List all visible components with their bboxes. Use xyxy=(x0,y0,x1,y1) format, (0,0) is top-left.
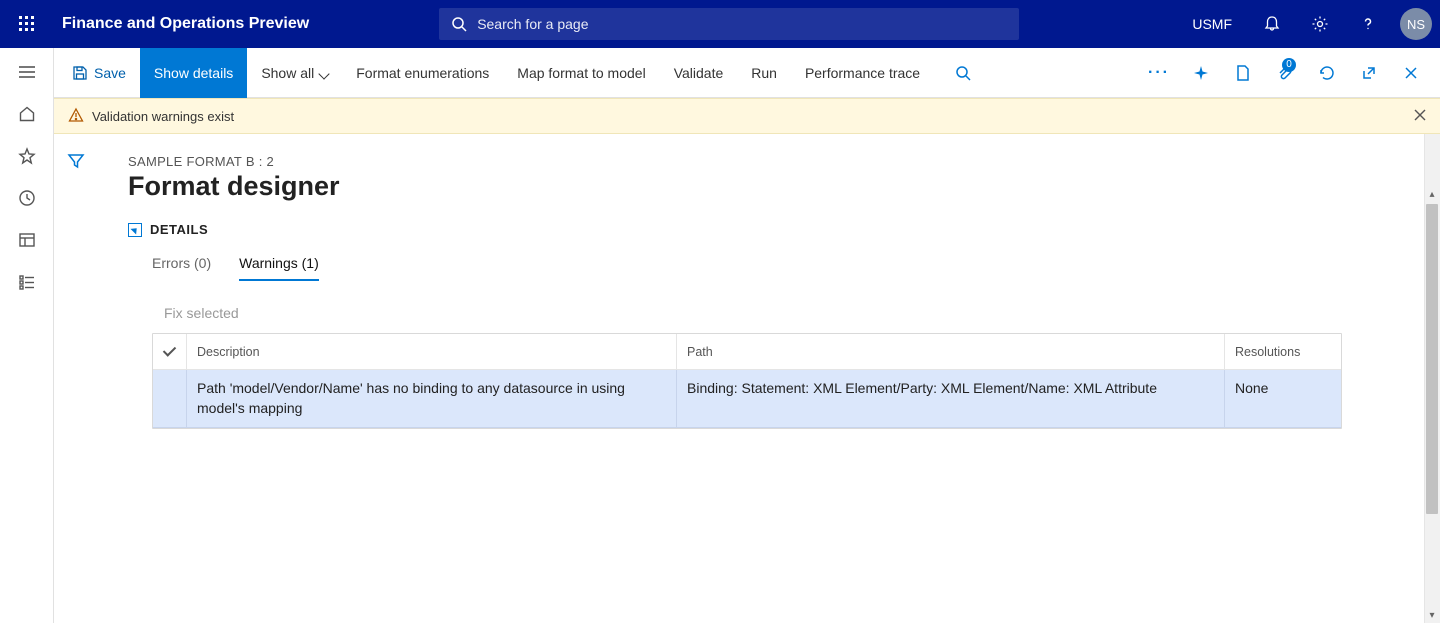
checkmark-icon xyxy=(166,345,173,359)
search-icon xyxy=(451,16,467,32)
filter-icon xyxy=(67,152,85,170)
notifications-button[interactable] xyxy=(1248,0,1296,48)
ellipsis-icon: ··· xyxy=(1148,64,1170,82)
map-format-label: Map format to model xyxy=(517,65,645,81)
validate-label: Validate xyxy=(674,65,724,81)
save-button[interactable]: Save xyxy=(58,48,140,98)
popout-icon xyxy=(1361,65,1377,81)
home-icon xyxy=(18,105,36,123)
details-section-label: DETAILS xyxy=(150,222,208,237)
banner-text: Validation warnings exist xyxy=(92,109,234,124)
column-header-path[interactable]: Path xyxy=(677,334,1225,370)
nav-collapse-button[interactable] xyxy=(17,62,37,82)
column-header-description[interactable]: Description xyxy=(187,334,677,370)
nav-modules[interactable] xyxy=(17,272,37,292)
clock-icon xyxy=(18,189,36,207)
user-avatar[interactable]: NS xyxy=(1400,8,1432,40)
refresh-button[interactable] xyxy=(1308,48,1346,98)
workspace-icon xyxy=(18,231,36,249)
row-selector[interactable] xyxy=(153,370,187,427)
map-format-to-model-button[interactable]: Map format to model xyxy=(503,48,659,98)
breadcrumb: SAMPLE FORMAT B : 2 xyxy=(128,154,1410,169)
cell-description: Path 'model/Vendor/Name' has no binding … xyxy=(187,370,677,427)
hamburger-icon xyxy=(18,65,36,79)
waffle-icon xyxy=(19,16,35,32)
app-launcher-button[interactable] xyxy=(0,0,54,48)
close-icon xyxy=(1404,66,1418,80)
validation-warning-banner: Validation warnings exist xyxy=(54,98,1440,134)
details-collapse-toggle[interactable] xyxy=(128,223,142,237)
copilot-button[interactable] xyxy=(1182,48,1220,98)
show-details-button[interactable]: Show details xyxy=(140,48,247,98)
bell-icon xyxy=(1263,15,1281,33)
star-icon xyxy=(18,147,36,165)
scroll-thumb[interactable] xyxy=(1426,204,1438,514)
show-all-label: Show all xyxy=(261,65,314,81)
warning-icon xyxy=(68,107,84,126)
document-icon xyxy=(1235,64,1251,82)
more-actions-button[interactable]: ··· xyxy=(1140,48,1178,98)
select-all-checkbox[interactable] xyxy=(153,334,187,370)
tab-warnings[interactable]: Warnings (1) xyxy=(239,255,319,281)
page-title: Format designer xyxy=(128,171,1410,202)
gear-icon xyxy=(1311,15,1329,33)
column-header-resolutions[interactable]: Resolutions xyxy=(1225,334,1341,370)
filter-button[interactable] xyxy=(67,152,85,623)
show-all-button[interactable]: Show all xyxy=(247,48,342,98)
scroll-down-arrow[interactable]: ▾ xyxy=(1424,607,1440,623)
nav-favorites[interactable] xyxy=(17,146,37,166)
close-icon xyxy=(1414,109,1426,121)
attachments-count: 0 xyxy=(1282,58,1296,72)
sparkle-icon xyxy=(1192,64,1210,82)
refresh-icon xyxy=(1318,64,1336,82)
global-search[interactable] xyxy=(439,8,1019,40)
run-label: Run xyxy=(751,65,777,81)
tab-errors[interactable]: Errors (0) xyxy=(152,255,211,281)
perf-trace-label: Performance trace xyxy=(805,65,920,81)
search-icon xyxy=(955,65,971,81)
app-title: Finance and Operations Preview xyxy=(54,15,309,33)
popout-button[interactable] xyxy=(1350,48,1388,98)
modules-icon xyxy=(18,273,36,291)
table-row[interactable]: Path 'model/Vendor/Name' has no binding … xyxy=(153,370,1341,428)
format-enumerations-button[interactable]: Format enumerations xyxy=(342,48,503,98)
cell-resolutions: None xyxy=(1225,370,1341,427)
attachments-button[interactable]: 0 xyxy=(1266,48,1304,98)
format-enum-label: Format enumerations xyxy=(356,65,489,81)
save-icon xyxy=(72,65,88,81)
nav-recent[interactable] xyxy=(17,188,37,208)
action-search-button[interactable] xyxy=(944,48,982,98)
nav-home[interactable] xyxy=(17,104,37,124)
company-picker[interactable]: USMF xyxy=(1176,16,1248,32)
fix-selected-button[interactable]: Fix selected xyxy=(164,305,1410,321)
banner-close-button[interactable] xyxy=(1414,109,1426,124)
close-page-button[interactable] xyxy=(1392,48,1430,98)
run-button[interactable]: Run xyxy=(737,48,791,98)
performance-trace-button[interactable]: Performance trace xyxy=(791,48,934,98)
show-details-label: Show details xyxy=(154,65,233,81)
office-addins-button[interactable] xyxy=(1224,48,1262,98)
chevron-down-icon xyxy=(320,65,328,81)
nav-workspaces[interactable] xyxy=(17,230,37,250)
vertical-scrollbar[interactable]: ▴ ▾ xyxy=(1424,134,1440,623)
cell-path: Binding: Statement: XML Element/Party: X… xyxy=(677,370,1225,427)
warnings-table: Description Path Resolutions Path 'model… xyxy=(152,333,1342,429)
help-button[interactable] xyxy=(1344,0,1392,48)
collapse-triangle-icon xyxy=(130,225,139,234)
validate-button[interactable]: Validate xyxy=(660,48,738,98)
settings-button[interactable] xyxy=(1296,0,1344,48)
search-input[interactable] xyxy=(477,16,1007,32)
help-icon xyxy=(1359,15,1377,33)
save-label: Save xyxy=(94,65,126,81)
scroll-up-arrow[interactable]: ▴ xyxy=(1424,186,1440,202)
